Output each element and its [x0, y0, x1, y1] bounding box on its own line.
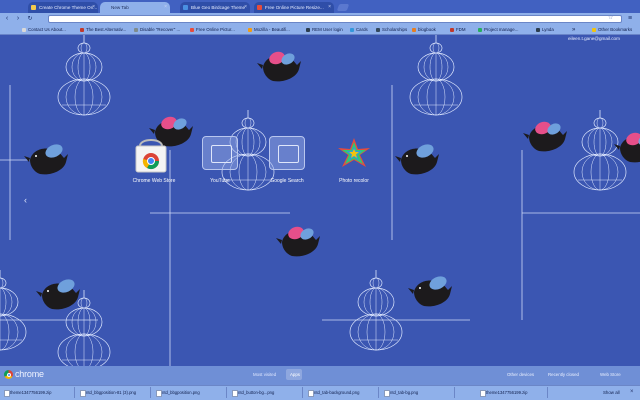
file-icon [4, 390, 10, 397]
star-burst-icon [338, 138, 370, 167]
bookmark-cards[interactable]: Cards [350, 25, 376, 35]
file-icon [480, 390, 486, 397]
bookmark-fdm[interactable]: FDM [450, 25, 472, 35]
tab-close-icon[interactable]: × [244, 2, 247, 13]
bookmark-blogbook[interactable]: blogbook [412, 25, 444, 35]
bookmark-favicon [412, 28, 416, 32]
placeholder-app-icon [278, 145, 299, 163]
bookmark-favicon [306, 28, 310, 32]
download-item[interactable]: ntd_tab-background.png [306, 387, 379, 398]
placeholder-app-icon [211, 145, 232, 163]
other-devices-menu[interactable]: Other devices [507, 372, 534, 377]
tab-title: Free Online Picture Resize... [265, 5, 324, 10]
download-item[interactable]: ntd_bbgposition.png [154, 387, 227, 398]
bookmark-rem-user-login[interactable]: REM User login [306, 25, 350, 35]
bookmarks-overflow-chevron[interactable]: » [572, 25, 582, 35]
close-shelf-icon[interactable]: × [630, 387, 634, 398]
tab-new-tab[interactable]: New Tab × [100, 2, 170, 13]
bookmark-favicon [248, 28, 252, 32]
chrome-wordmark: chrome [15, 369, 44, 379]
file-icon [80, 390, 86, 397]
recently-closed-menu[interactable]: Recently closed [548, 372, 579, 377]
bookmark-scholarships[interactable]: Scholarships [376, 25, 412, 35]
apps-toggle[interactable]: Apps [290, 372, 300, 377]
app-google-search[interactable] [269, 136, 305, 170]
theme-wallpaper [0, 0, 640, 400]
app-photo-recolor[interactable] [336, 136, 376, 176]
download-item[interactable]: theme1347756199.zip [478, 387, 548, 398]
bookmark-favicon [134, 28, 138, 32]
tab-close-icon[interactable]: × [164, 2, 167, 13]
show-all-downloads-link[interactable]: Show all [603, 387, 620, 398]
file-icon [232, 390, 238, 397]
bookmark-best-alternative[interactable]: The Best Alternativ... [80, 25, 136, 35]
web-store-link[interactable]: Web Store [600, 372, 621, 377]
bookmark-project-manage[interactable]: Project manage... [478, 25, 528, 35]
tab-title: Create Chrome Theme On... [39, 5, 98, 10]
bookmark-free-online-picture[interactable]: Free Online Pictur... [190, 25, 246, 35]
reload-button[interactable]: ↻ [26, 15, 34, 23]
bookmark-favicon [22, 28, 26, 32]
download-item[interactable]: ntd_bbgposition-81 (3).png [78, 387, 151, 398]
file-icon [156, 390, 162, 397]
download-item[interactable]: ntd_button-bg...png [230, 387, 303, 398]
menu-icon[interactable]: ≡ [628, 15, 632, 23]
page-switcher-left[interactable]: ‹ [24, 195, 27, 205]
tab-close-icon[interactable]: × [328, 2, 331, 13]
bookmark-star-icon[interactable]: ☆ [608, 14, 613, 21]
tab-create-chrome-theme[interactable]: Create Chrome Theme On... × [28, 2, 98, 13]
chrome-logo-icon [4, 370, 13, 379]
bookmark-contact-us[interactable]: Contact Us About... [22, 25, 72, 35]
back-button[interactable]: ‹ [3, 15, 11, 23]
app-label: YouTube [210, 178, 230, 184]
folder-icon [592, 28, 596, 32]
most-visited-toggle[interactable]: Most visited [253, 372, 276, 377]
tab-blue-geo-birdcage[interactable]: Blue Geo Birdcage Theme × [180, 2, 250, 13]
signed-in-email[interactable]: eileen.t.gane@gmail.com [568, 36, 620, 41]
app-chrome-web-store[interactable] [134, 136, 174, 176]
tab-favicon [31, 5, 36, 10]
tab-favicon [183, 5, 188, 10]
app-label: Photo recolor [339, 178, 369, 184]
webstore-icon [135, 139, 167, 173]
ntp-footer [0, 366, 640, 385]
bookmark-other-bookmarks[interactable]: Other Bookmarks [592, 25, 640, 35]
tab-favicon [257, 5, 262, 10]
bookmark-lynda[interactable]: Lynda [536, 25, 560, 35]
bookmark-favicon [536, 28, 540, 32]
bookmark-disable-recover[interactable]: Disable "Recover" ... [134, 25, 190, 35]
bookmark-favicon [376, 28, 380, 32]
tab-title: Blue Geo Birdcage Theme [191, 5, 246, 10]
download-item[interactable]: ntd_tab-bg.png [382, 387, 455, 398]
bookmark-mozilla[interactable]: Mozilla - Beautifi... [248, 25, 304, 35]
download-item[interactable]: theme1347756199.zip [2, 387, 75, 398]
app-label: Chrome Web Store [132, 178, 176, 184]
tab-picture-resizer[interactable]: Free Online Picture Resize... × [254, 2, 334, 13]
bookmark-favicon [450, 28, 454, 32]
app-youtube[interactable] [202, 136, 238, 170]
file-icon [384, 390, 390, 397]
tab-close-icon[interactable]: × [92, 2, 95, 13]
file-icon [308, 390, 314, 397]
forward-button[interactable]: › [14, 15, 22, 23]
bookmark-favicon [350, 28, 354, 32]
app-label: Google Search [270, 178, 304, 184]
bookmark-favicon [478, 28, 482, 32]
bookmark-favicon [80, 28, 84, 32]
tab-title: New Tab [111, 5, 129, 10]
bookmark-favicon [190, 28, 194, 32]
omnibox[interactable] [48, 15, 622, 23]
